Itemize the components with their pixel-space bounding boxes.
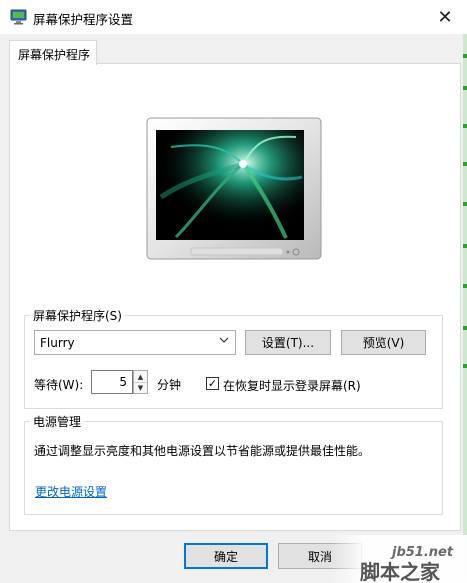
screensaver-select[interactable]: Flurry (34, 330, 236, 355)
chevron-down-icon (219, 337, 229, 343)
wait-label: 等待(W): (34, 378, 84, 392)
resume-login-checkbox[interactable]: ✓ (206, 377, 219, 390)
screensaver-select-value: Flurry (40, 336, 75, 350)
power-management-description: 通过调整显示亮度和其他电源设置以节省能源或提供最佳性能。 (34, 444, 371, 458)
screensaver-settings-dialog: 屏幕保护程序设置 ✕ 屏幕保护程序 屏幕保护程序(S) Flurry 设置(T)… (0, 0, 467, 583)
close-icon: ✕ (437, 6, 453, 28)
settings-button[interactable]: 设置(T)... (245, 330, 331, 355)
wait-minutes-input[interactable]: 5 (91, 370, 133, 394)
minutes-unit-label: 分钟 (157, 378, 182, 392)
preview-button[interactable]: 预览(V) (341, 330, 426, 355)
power-management-group (24, 421, 443, 515)
resume-login-label[interactable]: 在恢复时显示登录屏幕(R) (223, 377, 361, 394)
ok-button[interactable]: 确定 (184, 543, 268, 569)
wait-minutes-value: 5 (119, 375, 127, 389)
checkmark-icon: ✓ (207, 377, 218, 390)
tab-screensaver[interactable]: 屏幕保护程序 (9, 40, 97, 65)
screensaver-group-label: 屏幕保护程序(S) (30, 307, 125, 324)
background-window-edge (463, 34, 467, 583)
window-title: 屏幕保护程序设置 (33, 12, 134, 27)
title-bar[interactable]: 屏幕保护程序设置 ✕ (0, 0, 467, 34)
close-button[interactable]: ✕ (430, 3, 460, 31)
change-power-settings-link[interactable]: 更改电源设置 (35, 483, 107, 500)
display-settings-icon (10, 9, 27, 25)
tab-label: 屏幕保护程序 (18, 48, 91, 62)
spin-down-icon[interactable]: ▼ (134, 382, 147, 393)
watermark-name: 脚本之家 (360, 560, 441, 583)
wait-minutes-stepper[interactable]: ▲ ▼ (133, 370, 148, 394)
power-management-group-label: 电源管理 (30, 413, 85, 430)
screensaver-preview-monitor (146, 117, 322, 260)
watermark-site: jb51.net (390, 545, 454, 560)
site-watermark: jb51.net 脚本之家 (330, 535, 467, 583)
